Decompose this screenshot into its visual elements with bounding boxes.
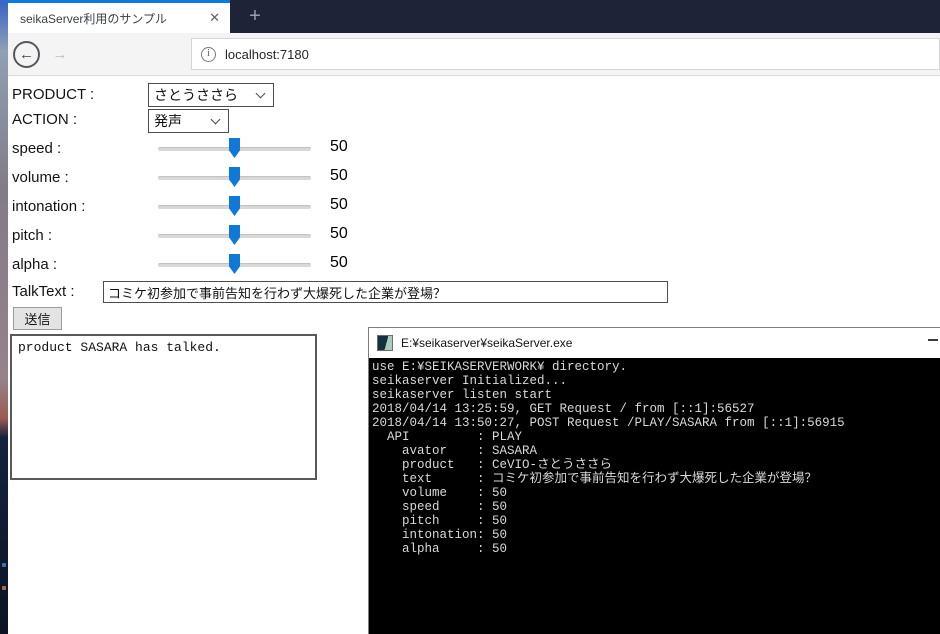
console-log-line: pitch : 50: [372, 514, 937, 528]
intonation-slider[interactable]: [158, 196, 311, 218]
result-textarea[interactable]: product SASARA has talked.: [10, 334, 317, 480]
intonation-label: intonation :: [12, 198, 85, 215]
intonation-value: 50: [330, 196, 348, 214]
console-log-line: 2018/04/14 13:50:27, POST Request /PLAY/…: [372, 416, 937, 430]
console-log-line: API : PLAY: [372, 430, 937, 444]
console-log-line: avator : SASARA: [372, 444, 937, 458]
console-log-line: volume : 50: [372, 486, 937, 500]
browser-tab-active[interactable]: seikaServer利用のサンプル ✕: [8, 0, 230, 33]
screen: seikaServer利用のサンプル ✕ + ← → i localhost:7…: [0, 0, 940, 634]
url-bar[interactable]: i localhost:7180: [191, 38, 940, 70]
slider-thumb[interactable]: [229, 254, 240, 274]
pitch-slider[interactable]: [158, 225, 311, 247]
speed-value: 50: [330, 138, 348, 156]
volume-value: 50: [330, 167, 348, 185]
desktop-icon-dot: [2, 563, 6, 567]
close-tab-icon[interactable]: ✕: [199, 10, 230, 26]
console-log-line: intonation: 50: [372, 528, 937, 542]
product-select[interactable]: さとうささら: [148, 83, 274, 107]
speed-slider[interactable]: [158, 138, 311, 160]
chevron-down-icon: [211, 115, 221, 125]
slider-row-speed: speed : 50: [12, 138, 412, 164]
alpha-label: alpha :: [12, 256, 57, 273]
console-output: use E:¥SEIKASERVERWORK¥ directory. seika…: [369, 358, 940, 634]
talktext-input[interactable]: [103, 281, 668, 303]
product-label: PRODUCT :: [12, 86, 94, 103]
console-log-line: 2018/04/14 13:25:59, GET Request / from …: [372, 402, 937, 416]
console-log-line: product : CeVIO-さとうささら: [372, 458, 937, 472]
slider-row-intonation: intonation : 50: [12, 196, 412, 222]
forward-arrow-icon: →: [53, 47, 68, 62]
slider-row-pitch: pitch : 50: [12, 225, 412, 251]
console-window: E:¥seikaserver¥seikaServer.exe use E:¥SE…: [368, 327, 940, 634]
slider-row-volume: volume : 50: [12, 167, 412, 193]
back-arrow-icon: ←: [19, 47, 34, 62]
slider-row-alpha: alpha : 50: [12, 254, 412, 280]
minimize-icon[interactable]: [928, 339, 938, 341]
console-log-line: alpha : 50: [372, 542, 937, 556]
console-log-line: seikaserver listen start: [372, 388, 937, 402]
console-log-line: speed : 50: [372, 500, 937, 514]
url-text: localhost:7180: [225, 47, 309, 62]
pitch-value: 50: [330, 225, 348, 243]
slider-thumb[interactable]: [229, 167, 240, 187]
speed-label: speed :: [12, 140, 61, 157]
product-select-value: さとうささら: [149, 85, 253, 105]
back-button[interactable]: ←: [13, 41, 40, 68]
pitch-label: pitch :: [12, 227, 52, 244]
slider-thumb[interactable]: [229, 225, 240, 245]
alpha-value: 50: [330, 254, 348, 272]
alpha-slider[interactable]: [158, 254, 311, 276]
desktop-icon-dot: [2, 586, 6, 590]
slider-thumb[interactable]: [229, 138, 240, 158]
cmd-prompt-icon: [377, 335, 393, 351]
console-log-line: use E:¥SEIKASERVERWORK¥ directory.: [372, 360, 937, 374]
action-label: ACTION :: [12, 111, 77, 128]
action-select-value: 発声: [149, 111, 208, 131]
action-select[interactable]: 発声: [148, 109, 229, 133]
submit-button[interactable]: 送信: [13, 307, 62, 330]
slider-thumb[interactable]: [229, 196, 240, 216]
console-log-line: text : コミケ初参加で事前告知を行わず大爆死した企業が登場？: [372, 472, 937, 486]
talktext-label: TalkText :: [12, 283, 75, 300]
new-tab-button[interactable]: +: [240, 0, 270, 33]
browser-titlebar: seikaServer利用のサンプル ✕ +: [8, 0, 940, 33]
console-title: E:¥seikaserver¥seikaServer.exe: [401, 336, 572, 350]
tab-title: seikaServer利用のサンプル: [8, 10, 199, 27]
desktop-wallpaper-strip: [0, 0, 8, 634]
chevron-down-icon: [256, 89, 266, 99]
info-icon[interactable]: i: [201, 47, 216, 62]
console-titlebar[interactable]: E:¥seikaserver¥seikaServer.exe: [369, 328, 940, 358]
forward-button[interactable]: →: [48, 41, 72, 68]
console-log-line: seikaserver Initialized...: [372, 374, 937, 388]
volume-label: volume :: [12, 169, 69, 186]
browser-toolbar: ← → i localhost:7180: [8, 33, 940, 76]
volume-slider[interactable]: [158, 167, 311, 189]
